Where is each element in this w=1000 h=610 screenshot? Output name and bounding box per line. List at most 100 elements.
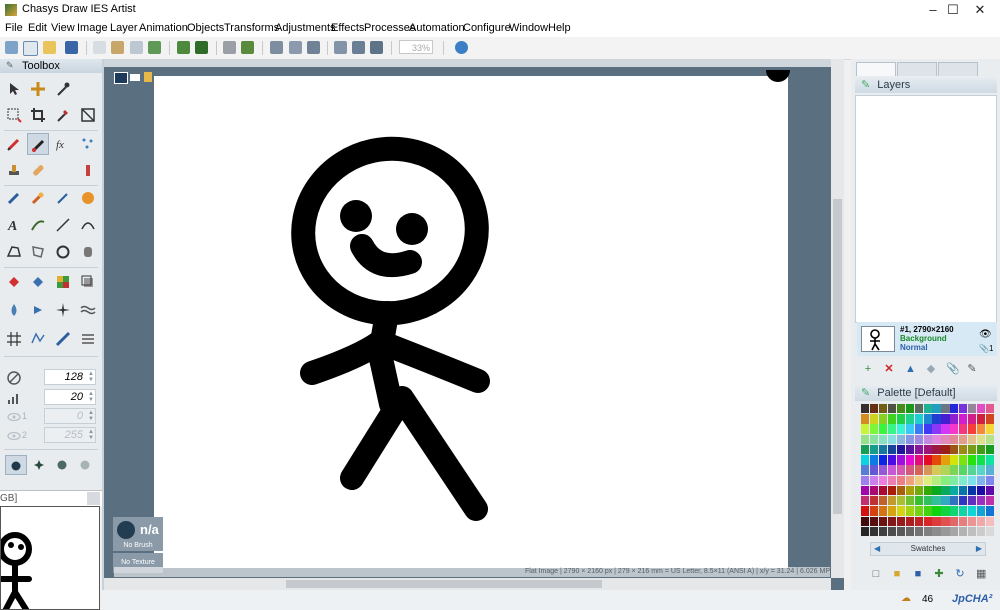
menu-view[interactable]: View bbox=[51, 22, 75, 34]
layer-attach-icon[interactable]: 📎 bbox=[946, 364, 960, 375]
palette-swatch[interactable] bbox=[959, 434, 968, 445]
palette-swatch[interactable] bbox=[986, 516, 995, 526]
line-tool[interactable] bbox=[52, 214, 74, 236]
new-window-icon[interactable] bbox=[23, 41, 38, 56]
palette-swatch[interactable] bbox=[869, 424, 879, 434]
rotate-icon[interactable] bbox=[307, 41, 320, 54]
crop-icon[interactable] bbox=[334, 41, 347, 54]
calligraphy-tool[interactable] bbox=[27, 214, 49, 236]
palette-swatch[interactable] bbox=[923, 506, 932, 516]
palette-swatch[interactable] bbox=[869, 455, 879, 465]
layer-visible-icon[interactable]: 👁 bbox=[979, 329, 992, 340]
palette-swatch[interactable] bbox=[986, 465, 995, 475]
palette-swatch[interactable] bbox=[977, 506, 986, 516]
palette-swatch[interactable] bbox=[905, 434, 914, 445]
airbrush-tool[interactable] bbox=[52, 187, 74, 209]
palette-swatch[interactable] bbox=[861, 434, 870, 445]
palette-swatch[interactable] bbox=[959, 485, 968, 496]
palette-swatch[interactable] bbox=[959, 496, 968, 506]
palette-swatch[interactable] bbox=[932, 506, 941, 516]
palette-swatch[interactable] bbox=[887, 526, 896, 537]
help-icon[interactable] bbox=[455, 41, 468, 54]
palette-swatch[interactable] bbox=[914, 455, 923, 465]
drop-tool[interactable] bbox=[3, 299, 25, 321]
menu-animation[interactable]: Animation bbox=[139, 22, 188, 34]
palette-swatch[interactable] bbox=[887, 455, 896, 465]
palette-swatch[interactable] bbox=[968, 444, 977, 455]
palette-swatch[interactable] bbox=[977, 465, 986, 475]
palette-swatch[interactable] bbox=[986, 414, 995, 424]
menu-help[interactable]: Help bbox=[548, 22, 571, 34]
palette-swatch[interactable] bbox=[914, 475, 923, 486]
save-icon[interactable] bbox=[65, 41, 78, 54]
palette-swatch[interactable] bbox=[986, 424, 995, 434]
wave-tool[interactable] bbox=[77, 299, 99, 321]
palette-swatch[interactable] bbox=[914, 444, 923, 455]
transform-tool[interactable] bbox=[77, 104, 99, 126]
palette-swatch[interactable] bbox=[887, 516, 896, 526]
palette-swatch[interactable] bbox=[950, 424, 959, 434]
palette-swatch[interactable] bbox=[887, 414, 896, 424]
eraser-tool[interactable] bbox=[77, 159, 99, 181]
palette-swatch[interactable] bbox=[968, 516, 977, 526]
palette-swatch[interactable] bbox=[896, 485, 905, 496]
palette-swatch[interactable] bbox=[977, 424, 986, 434]
fit-icon[interactable] bbox=[352, 41, 365, 54]
palette-swatch[interactable] bbox=[914, 424, 923, 434]
menu-adjustments[interactable]: Adjustments bbox=[275, 22, 336, 34]
palette-swatch[interactable] bbox=[878, 404, 887, 414]
palette-swatch[interactable] bbox=[932, 516, 941, 526]
palette-swatch[interactable] bbox=[905, 475, 914, 486]
layers-pin-icon[interactable]: ✎ bbox=[861, 79, 870, 91]
layers-list[interactable] bbox=[855, 95, 997, 323]
brush-preview-tile[interactable]: n/a No Brush bbox=[113, 517, 163, 551]
palette-swatch[interactable] bbox=[896, 465, 905, 475]
palette-swatch[interactable] bbox=[905, 506, 914, 516]
palette-swatch[interactable] bbox=[869, 475, 879, 486]
palette-swatch[interactable] bbox=[977, 404, 986, 414]
menu-objects[interactable]: Objects bbox=[187, 22, 224, 34]
move-tool[interactable] bbox=[27, 78, 49, 100]
palette-swatch[interactable] bbox=[905, 526, 914, 537]
picker-tool[interactable] bbox=[52, 78, 74, 100]
open-folder-icon[interactable] bbox=[43, 41, 56, 54]
palette-swatch[interactable] bbox=[861, 444, 870, 455]
pencil-tool[interactable] bbox=[3, 133, 25, 155]
palette-swatch[interactable] bbox=[896, 404, 905, 414]
drawing-canvas[interactable] bbox=[154, 70, 790, 568]
palette-swatch[interactable] bbox=[932, 455, 941, 465]
palette-swatch[interactable] bbox=[905, 444, 914, 455]
palette-swatch[interactable] bbox=[941, 434, 950, 445]
shadow-tool[interactable] bbox=[77, 271, 99, 293]
line-brush-tool[interactable] bbox=[3, 187, 25, 209]
palette-swatch[interactable] bbox=[923, 414, 932, 424]
stamp-tool[interactable] bbox=[3, 159, 25, 181]
navigator-preview[interactable] bbox=[0, 506, 100, 610]
palette-swatch[interactable] bbox=[959, 465, 968, 475]
palette-swatch[interactable] bbox=[959, 404, 968, 414]
palette-swatch[interactable] bbox=[941, 424, 950, 434]
fill-tool[interactable] bbox=[3, 271, 25, 293]
palette-swatch[interactable] bbox=[914, 526, 923, 537]
align-icon[interactable] bbox=[270, 41, 283, 54]
healing-tool[interactable] bbox=[27, 159, 49, 181]
palette-swatch[interactable] bbox=[932, 465, 941, 475]
pin-icon[interactable]: ✎ bbox=[6, 60, 14, 71]
palette-swatch[interactable] bbox=[950, 526, 959, 537]
polygon-tool[interactable] bbox=[27, 241, 49, 263]
smudge-tool[interactable] bbox=[27, 187, 49, 209]
palette-swatch[interactable] bbox=[959, 455, 968, 465]
hatch-tool[interactable] bbox=[3, 328, 25, 350]
palette-swatch[interactable] bbox=[968, 496, 977, 506]
palette-swatch[interactable] bbox=[914, 516, 923, 526]
sliders-tool[interactable] bbox=[77, 328, 99, 350]
palette-refresh-icon[interactable]: ↻ bbox=[955, 569, 965, 580]
select-tool[interactable] bbox=[3, 104, 25, 126]
crop-tool[interactable] bbox=[27, 104, 49, 126]
palette-swatch[interactable] bbox=[923, 496, 932, 506]
palette-swatch[interactable] bbox=[869, 444, 879, 455]
fx-brush-tool[interactable]: fx bbox=[52, 133, 74, 155]
layer-row[interactable]: #1, 2790×2160 Background Normal 👁 📎 1 bbox=[857, 322, 997, 356]
palette-swatch[interactable] bbox=[923, 485, 932, 496]
palette-swatch[interactable] bbox=[905, 455, 914, 465]
